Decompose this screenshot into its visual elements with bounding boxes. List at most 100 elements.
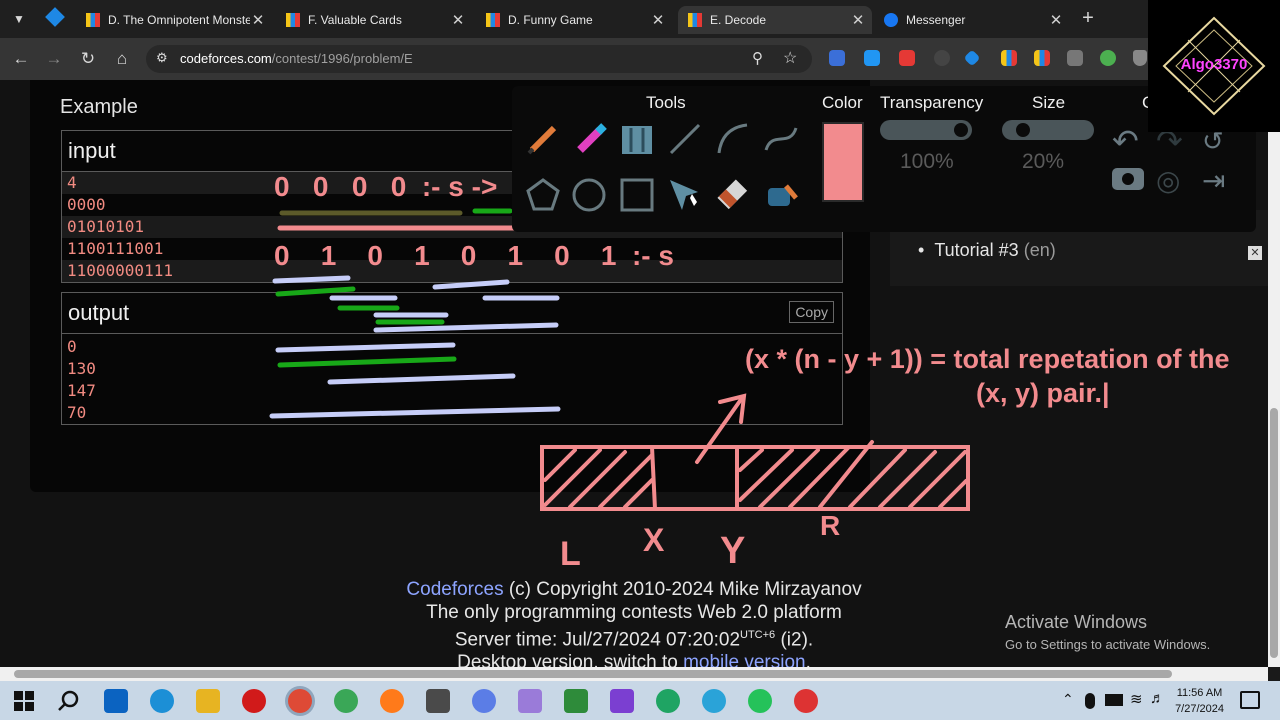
scroll-thumb[interactable]	[14, 670, 1172, 678]
wifi-icon[interactable]: ≋	[1130, 690, 1143, 708]
zoom-icon[interactable]: ⚲	[752, 49, 763, 67]
extension-icon[interactable]	[864, 50, 880, 66]
firefox-icon[interactable]	[380, 689, 404, 713]
address-bar[interactable]: ⚙ codeforces.com/contest/1996/problem/E …	[146, 45, 812, 73]
extension-icon[interactable]	[934, 50, 950, 66]
slider-knob[interactable]	[1016, 123, 1030, 137]
input-line: 1100111001	[67, 239, 164, 258]
circle-icon[interactable]	[570, 176, 608, 214]
obs-icon[interactable]	[794, 689, 818, 713]
extension-icon[interactable]	[829, 50, 845, 66]
text-tool-icon[interactable]	[618, 120, 656, 158]
exit-icon[interactable]: ⇥	[1202, 164, 1225, 197]
close-icon[interactable]: ✕	[450, 11, 466, 29]
close-icon[interactable]: ✕	[850, 11, 866, 29]
back-button[interactable]: ←	[10, 48, 32, 70]
tab-omnipotent[interactable]: D. The Omnipotent Monste ✕	[76, 6, 272, 34]
close-icon[interactable]: ✕	[250, 11, 266, 29]
transparency-slider[interactable]	[880, 120, 972, 140]
server-time: Server time: Jul/27/2024 07:20:02	[454, 629, 741, 651]
cursor-icon[interactable]	[666, 176, 704, 214]
highlighter-icon[interactable]	[572, 120, 610, 158]
pen-icon[interactable]	[524, 120, 562, 158]
timezone: UTC+6	[740, 629, 776, 641]
microphone-icon[interactable]	[1085, 693, 1095, 709]
chrome-icon[interactable]	[288, 689, 312, 713]
windows-start-icon[interactable]	[12, 689, 36, 713]
notepad-icon[interactable]	[564, 689, 588, 713]
horizontal-scrollbar[interactable]	[0, 667, 1268, 681]
line-icon[interactable]	[666, 120, 704, 158]
reload-button[interactable]: ↻	[77, 48, 99, 70]
slider-knob[interactable]	[954, 123, 968, 137]
codeforces-icon	[688, 13, 702, 27]
activate-windows-watermark: Activate Windows Go to Settings to activ…	[1005, 612, 1210, 652]
camera-icon[interactable]	[1112, 168, 1144, 190]
mobile-version-link[interactable]: mobile version	[683, 652, 806, 667]
tab-title: Messenger	[906, 13, 966, 27]
tutorial-label: Tutorial #3	[934, 240, 1019, 260]
chrome-icon[interactable]	[334, 689, 358, 713]
app-icon[interactable]	[656, 689, 680, 713]
fill-bucket-icon[interactable]	[762, 176, 800, 214]
codeforces-link[interactable]: Codeforces	[406, 579, 503, 600]
outlook-icon[interactable]	[104, 689, 128, 713]
shield-icon[interactable]	[1133, 50, 1147, 66]
tab-search-button[interactable]: ▼	[8, 8, 30, 30]
size-slider[interactable]	[1002, 120, 1094, 140]
cube-app-icon[interactable]	[518, 689, 542, 713]
edge-icon[interactable]	[150, 689, 174, 713]
tab-messenger[interactable]: Messenger ✕	[874, 6, 1070, 34]
bezier-icon[interactable]	[762, 120, 800, 158]
color-swatch[interactable]	[822, 122, 864, 202]
opera-icon[interactable]	[242, 689, 266, 713]
extension-icon[interactable]	[1100, 50, 1116, 66]
tab-funny-game[interactable]: D. Funny Game ✕	[476, 6, 672, 34]
whatsapp-icon[interactable]	[748, 689, 772, 713]
visual-studio-icon[interactable]	[610, 689, 634, 713]
telegram-icon[interactable]	[702, 689, 726, 713]
forward-button[interactable]: →	[43, 48, 65, 70]
tab-title: D. Funny Game	[508, 13, 593, 27]
codeforces-icon[interactable]	[1001, 50, 1017, 66]
messenger-icon	[884, 13, 898, 27]
close-icon[interactable]: ✕	[1048, 11, 1064, 29]
copy-button[interactable]: Copy	[789, 301, 834, 323]
settings-icon[interactable]	[426, 689, 450, 713]
home-icon[interactable]: ⌂	[111, 48, 133, 70]
logo-text: Algo3370	[1180, 56, 1248, 73]
scroll-thumb[interactable]	[1270, 408, 1278, 658]
eraser-icon[interactable]	[714, 176, 752, 214]
battery-icon[interactable]	[1105, 694, 1123, 706]
chevron-up-icon[interactable]: ⌃	[1062, 691, 1074, 708]
new-tab-button[interactable]: +	[1077, 7, 1099, 29]
file-explorer-icon[interactable]	[196, 689, 220, 713]
copyright-text: (c) Copyright 2010-2024 Mike Mirzayanov	[503, 579, 862, 600]
bookmark-star-icon[interactable]: ☆	[783, 48, 797, 68]
url-text[interactable]: codeforces.com/contest/1996/problem/E	[180, 51, 413, 66]
extension-icon[interactable]	[899, 50, 915, 66]
vertical-scrollbar[interactable]	[1268, 80, 1280, 667]
download-icon[interactable]	[1067, 50, 1083, 66]
checkmark-app-icon[interactable]	[472, 689, 496, 713]
tutorial-link[interactable]: • Tutorial #3 (en)	[918, 240, 1056, 261]
close-icon[interactable]: ✕	[1248, 246, 1262, 260]
tab-decode[interactable]: E. Decode ✕	[678, 6, 872, 34]
pinned-tab-icon[interactable]	[45, 7, 65, 27]
curve-icon[interactable]	[714, 120, 752, 158]
activate-title: Activate Windows	[1005, 612, 1148, 632]
notification-icon[interactable]	[1240, 691, 1260, 709]
undo-icon[interactable]: ↶	[1112, 122, 1139, 160]
codeforces-icon[interactable]	[1034, 50, 1050, 66]
search-icon[interactable]	[56, 689, 80, 713]
hide-icon[interactable]: ◎	[1156, 164, 1180, 197]
close-icon[interactable]: ✕	[650, 11, 666, 29]
codeforces-icon	[286, 13, 300, 27]
site-info-icon[interactable]: ⚙	[156, 50, 168, 66]
url-host: codeforces.com	[180, 51, 272, 66]
rectangle-icon[interactable]	[618, 176, 656, 214]
taskbar-clock[interactable]: 11:56 AM 7/27/2024	[1175, 685, 1224, 717]
volume-icon[interactable]: ♬	[1150, 690, 1165, 707]
tab-valuable-cards[interactable]: F. Valuable Cards ✕	[276, 6, 472, 34]
polygon-icon[interactable]	[524, 176, 562, 214]
